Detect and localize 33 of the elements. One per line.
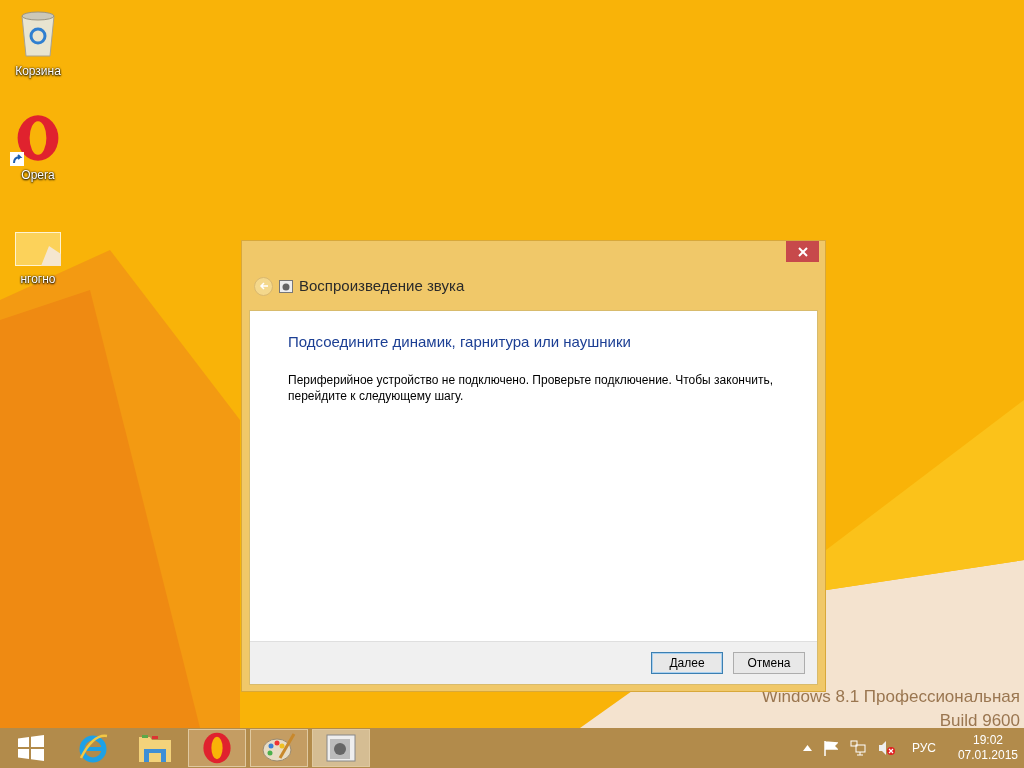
back-arrow-icon	[258, 281, 269, 291]
dialog-message: Периферийное устройство не подключено. Проверьте подключение. Чтобы закончить, перейдите к следующему шагу.	[288, 371, 774, 404]
shortcut-arrow-icon	[10, 152, 24, 166]
speaker-muted-icon[interactable]	[877, 740, 896, 756]
image-thumbnail-icon	[15, 232, 61, 266]
opera-icon	[201, 732, 233, 764]
close-button[interactable]	[786, 241, 819, 262]
windows-logo-icon	[18, 735, 44, 761]
network-icon[interactable]	[849, 740, 866, 756]
browser-e-icon	[77, 732, 109, 764]
desktop-icon-label[interactable]: Opera	[21, 166, 55, 184]
folder-icon	[138, 733, 172, 763]
paint-palette-icon	[262, 732, 296, 764]
speaker-window-icon	[326, 734, 356, 762]
desktop-icon-label[interactable]: Корзина	[15, 62, 61, 80]
dialog-button[interactable]: Далее	[651, 652, 723, 674]
taskbar-button[interactable]	[312, 729, 370, 767]
clock-date[interactable]: 07.01.2015	[957, 748, 1018, 763]
clock-time[interactable]: 19:02	[972, 733, 1003, 748]
taskbar-button[interactable]	[188, 729, 246, 767]
close-icon	[797, 246, 808, 257]
taskbar-button[interactable]	[250, 729, 308, 767]
speaker-window-icon	[279, 279, 293, 293]
trash-bin-icon	[18, 10, 58, 58]
dialog-title: Воспроизведение звука	[299, 275, 465, 296]
language-indicator[interactable]: РУС	[911, 739, 936, 757]
dialog-heading: Подсоедините динамик, гарнитура или наушники	[288, 332, 632, 352]
dialog-button[interactable]: Отмена	[733, 652, 805, 674]
flag-icon[interactable]	[823, 740, 838, 756]
back-button[interactable]	[254, 276, 273, 296]
show-hidden-icons-icon[interactable]	[802, 745, 812, 751]
os-edition-text: Build 9600	[939, 710, 1020, 732]
desktop-icon-label[interactable]: нгогно	[20, 270, 56, 288]
